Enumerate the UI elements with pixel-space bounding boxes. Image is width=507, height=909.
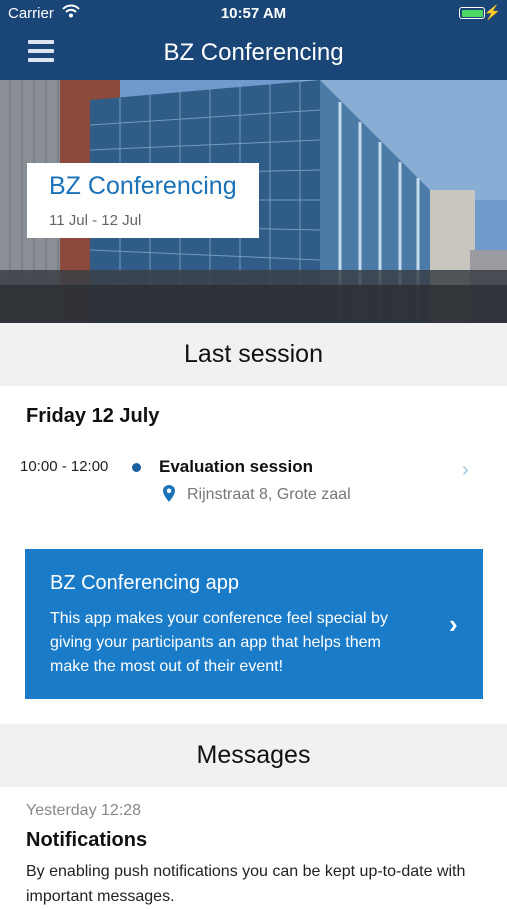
promo-banner[interactable]: BZ Conferencing app This app makes your …: [25, 549, 483, 699]
promo-body: This app makes your conference feel spec…: [50, 610, 388, 675]
session-time: 10:00 - 12:00: [20, 458, 109, 475]
session-day: Friday 12 July: [26, 405, 160, 427]
event-card: BZ Conferencing 11 Jul - 12 Jul: [27, 163, 259, 238]
clock-label: 10:57 AM: [220, 5, 287, 22]
page-title: BZ Conferencing: [163, 39, 344, 66]
location-pin-icon: [162, 484, 176, 508]
battery-icon: [459, 7, 485, 19]
navigation-bar: BZ Conferencing: [0, 28, 507, 80]
session-title: Evaluation session: [159, 457, 313, 476]
chevron-right-icon[interactable]: ›: [462, 459, 469, 482]
hero-image: BZ Conferencing 11 Jul - 12 Jul: [0, 80, 507, 323]
last-session-header: Last session: [0, 323, 507, 386]
message-timestamp: Yesterday 12:28: [26, 802, 142, 819]
promo-title: BZ Conferencing app: [50, 572, 240, 594]
status-bar: Carrier 10:57 AM ⚡: [0, 0, 507, 28]
timeline-dot: [132, 463, 141, 472]
message-title: Notifications: [26, 829, 148, 851]
session-item[interactable]: 10:00 - 12:00 Evaluation session Rijnstr…: [0, 448, 507, 518]
message-body: By enabling push notifications you can b…: [26, 863, 466, 905]
charging-icon: ⚡: [483, 4, 501, 20]
messages-header: Messages: [0, 724, 507, 787]
event-dates: 11 Jul - 12 Jul: [49, 212, 142, 229]
chevron-right-icon[interactable]: ›: [449, 609, 458, 640]
event-name: BZ Conferencing: [49, 172, 237, 200]
session-location: Rijnstraat 8, Grote zaal: [187, 486, 351, 503]
